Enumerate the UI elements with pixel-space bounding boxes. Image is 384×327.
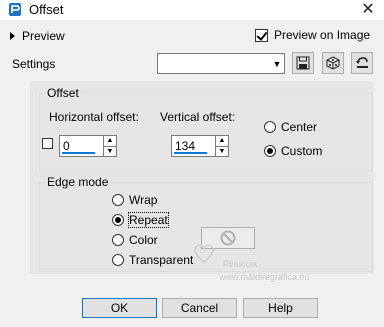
watermark-name: Pinuccia <box>223 259 258 269</box>
radio-icon <box>112 254 124 266</box>
help-button[interactable]: Help <box>243 298 318 318</box>
spin-down-icon[interactable]: ▼ <box>216 145 228 157</box>
expand-triangle-icon <box>10 32 15 40</box>
checkbox-checked-icon <box>255 28 268 42</box>
save-preset-button[interactable] <box>292 52 314 74</box>
vertical-offset-value: 134 <box>175 139 196 153</box>
vertical-offset-input[interactable]: 134 <box>171 135 216 157</box>
watermark-site: www.maldiregrafica.eu <box>219 272 310 282</box>
randomize-button[interactable] <box>322 52 344 74</box>
chevron-down-icon: ▼ <box>272 58 282 69</box>
preview-label: Preview <box>22 29 65 43</box>
link-offsets-checkbox[interactable] <box>42 138 53 149</box>
preview-toggle[interactable]: Preview <box>10 28 65 44</box>
spin-up-icon[interactable]: ▲ <box>104 136 116 146</box>
dice-icon <box>326 56 340 70</box>
edge-mode-group-label: Edge mode <box>45 175 111 189</box>
value-slider-bar[interactable] <box>62 152 95 154</box>
vertical-offset-spinner[interactable]: 134 ▲ ▼ <box>171 135 229 157</box>
cancel-button[interactable]: Cancel <box>162 298 237 318</box>
spin-down-icon[interactable]: ▼ <box>104 145 116 157</box>
edge-repeat-label: Repeat <box>128 212 169 228</box>
radio-selected-icon <box>264 145 276 157</box>
horizontal-spin-buttons[interactable]: ▲ ▼ <box>104 135 117 157</box>
horizontal-offset-spinner[interactable]: 0 ▲ ▼ <box>59 135 117 157</box>
edge-wrap-label: Wrap <box>129 193 158 207</box>
edge-transparent-radio[interactable]: Transparent <box>112 252 193 268</box>
app-icon <box>9 3 21 16</box>
edge-wrap-radio[interactable]: Wrap <box>112 192 157 208</box>
vertical-offset-label: Vertical offset: <box>160 110 236 124</box>
close-icon[interactable]: ✕ <box>355 0 381 20</box>
offset-group <box>39 93 373 171</box>
offset-group-label: Offset <box>45 86 81 100</box>
offset-custom-label: Custom <box>281 144 323 158</box>
radio-icon <box>112 194 124 206</box>
offset-center-label: Center <box>281 120 318 134</box>
edge-color-radio[interactable]: Color <box>112 232 158 248</box>
offset-center-radio[interactable]: Center <box>264 119 317 135</box>
settings-dropdown[interactable]: ▼ <box>157 53 285 74</box>
vertical-spin-buttons[interactable]: ▲ ▼ <box>216 135 229 157</box>
floppy-icon <box>296 56 310 70</box>
reset-arrow-icon <box>356 57 368 68</box>
settings-label: Settings <box>12 57 56 71</box>
watermark: Pinuccia www.maldiregrafica.eu <box>193 243 373 283</box>
radio-icon <box>112 234 124 246</box>
horizontal-offset-value: 0 <box>63 139 70 153</box>
edge-color-label: Color <box>129 233 158 247</box>
ok-button[interactable]: OK <box>82 298 157 318</box>
horizontal-offset-input[interactable]: 0 <box>59 135 104 157</box>
radio-icon <box>264 121 276 133</box>
preview-on-image-checkbox[interactable]: Preview on Image <box>255 28 370 42</box>
window-title: Offset <box>29 2 64 17</box>
reset-button[interactable] <box>351 52 373 74</box>
heart-watermark-icon <box>194 244 214 263</box>
value-slider-bar[interactable] <box>174 152 207 154</box>
horizontal-offset-label: Horizontal offset: <box>49 110 139 124</box>
radio-selected-icon <box>112 214 124 226</box>
edge-repeat-radio[interactable]: Repeat <box>112 212 169 228</box>
offset-custom-radio[interactable]: Custom <box>264 143 322 159</box>
edge-transparent-label: Transparent <box>129 253 194 267</box>
preview-on-image-label: Preview on Image <box>274 28 371 42</box>
spin-up-icon[interactable]: ▲ <box>216 136 228 146</box>
